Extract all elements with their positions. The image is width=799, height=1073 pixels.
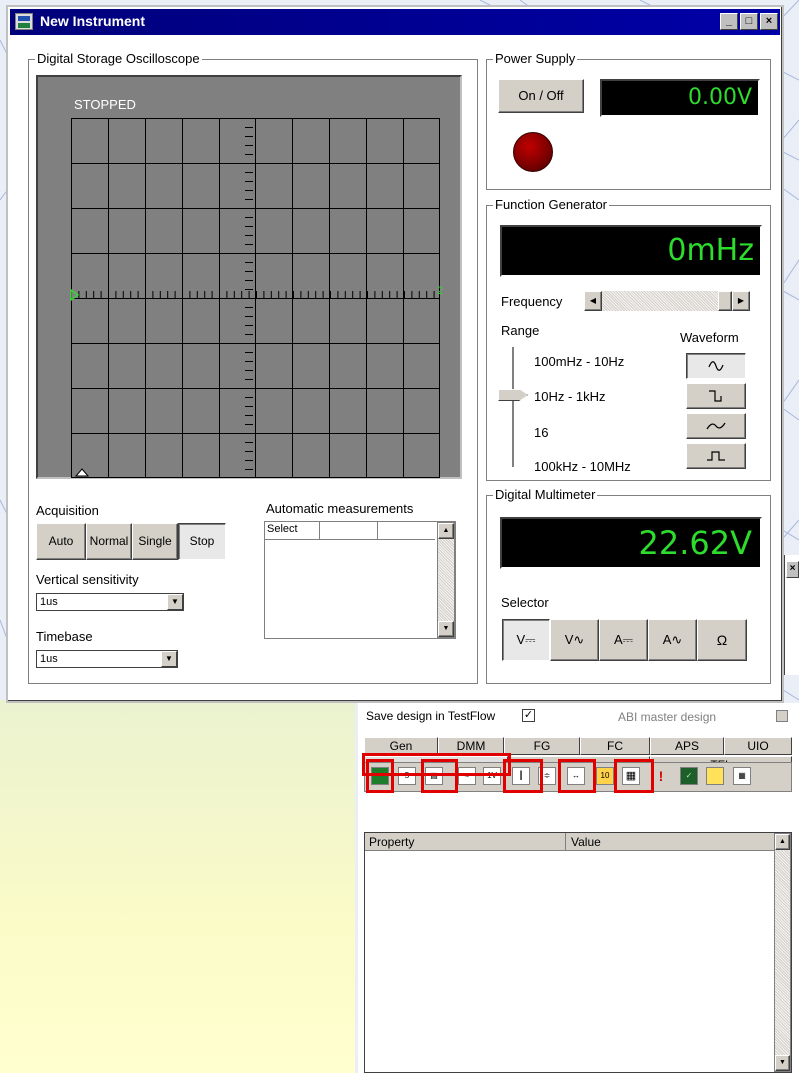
waveform-highlight [366,759,394,793]
acquisition-single-button[interactable]: Single [132,523,178,560]
property-scrollbar[interactable]: ▲ ▼ [774,833,791,1072]
range-slider-track[interactable] [512,347,515,467]
timebase-select[interactable]: 1us ▼ [36,650,178,668]
measurements-list[interactable]: Select ▲ ▼ [264,521,456,639]
window-title: New Instrument [40,13,146,29]
dc-current-button[interactable]: A⎓ [599,619,648,661]
dc-voltage-button[interactable]: V⎓ [502,619,550,661]
scroll-down-icon[interactable]: ▼ [438,621,454,637]
sine-wave-button[interactable] [686,353,746,379]
waveform-label: Waveform [680,330,739,345]
scroll-up-icon[interactable]: ▲ [775,834,790,850]
resistance-button[interactable]: Ω [697,619,747,661]
power-on-off-button[interactable]: On / Off [498,79,584,113]
timebase-label: Timebase [36,629,93,644]
scope-status: STOPPED [74,97,136,112]
channel-left-marker [70,289,80,301]
auto-stop-highlight [421,759,458,793]
frequency-slider[interactable]: ◀ ▶ [584,291,750,311]
table-highlight [614,759,654,793]
column-divider [319,522,320,540]
range-option-3[interactable]: 16 [534,425,548,440]
chevron-down-icon[interactable]: ▼ [167,594,183,610]
frequency-display: 0mHz [500,225,762,277]
close-button[interactable]: × [760,13,778,30]
property-grid-header: Property Value [365,833,775,851]
power-voltage-display: 0.00V [600,79,760,117]
trigger-marker[interactable] [75,468,89,477]
power-led-indicator [513,132,553,172]
multimeter-display: 22.62V [500,517,762,569]
slider-thumb[interactable] [718,291,732,311]
data-icon[interactable]: 10 [596,767,614,785]
pulse-wave-button[interactable] [686,443,746,469]
yellow-panel-background [0,700,355,1073]
scroll-right-icon[interactable]: ▶ [732,291,750,311]
note-icon[interactable] [706,767,724,785]
tab-fc[interactable]: FC [580,737,650,755]
tab-fg[interactable]: FG [504,737,580,755]
instrument-window: New Instrument _ □ × Digital Storage Osc… [6,5,784,703]
scope-screen[interactable]: STOPPED 2 [36,75,462,479]
vertical-sensitivity-label: Vertical sensitivity [36,572,139,587]
tab-aps[interactable]: APS [650,737,724,755]
pulse-wave-icon [707,451,725,461]
square-wave-button[interactable] [686,383,746,409]
alert-icon[interactable]: ! [652,767,670,785]
triangle-wave-button[interactable] [686,413,746,439]
acquisition-auto-button[interactable]: Auto [36,523,86,560]
selector-label: Selector [501,595,549,610]
select-column-header: Select [267,523,298,535]
square-wave-icon [709,390,722,402]
save-design-label: Save design in TestFlow [366,709,496,723]
range-option-2[interactable]: 10Hz - 1kHz [534,389,606,404]
acquisition-stop-button[interactable]: Stop [178,523,226,560]
save-design-checkbox[interactable]: ✓ [522,709,535,722]
channel-right-marker: 2 [437,285,444,297]
title-bar[interactable]: New Instrument _ □ × [10,9,780,35]
column-divider [565,833,566,851]
ac-current-button[interactable]: A∿ [648,619,697,661]
scroll-left-icon[interactable]: ◀ [584,291,602,311]
minimize-button[interactable]: _ [720,13,738,30]
auto-measurements-label: Automatic measurements [266,501,414,516]
column-divider [377,522,378,540]
display-icon[interactable]: ✓ [680,767,698,785]
property-column-header[interactable]: Property [369,835,414,849]
probe-highlight [558,759,596,793]
background-close-icon[interactable]: × [786,561,799,578]
maximize-button[interactable]: □ [740,13,758,30]
scroll-up-icon[interactable]: ▲ [438,523,454,539]
range-option-1[interactable]: 100mHz - 10Hz [534,354,624,369]
cursor-highlight [503,759,543,793]
oscilloscope-group-label: Digital Storage Oscilloscope [35,51,202,66]
measurements-scrollbar[interactable]: ▲ ▼ [437,522,455,638]
export-icon[interactable]: ▦ [733,767,751,785]
sine-wave-icon [708,361,724,371]
abi-master-label: ABI master design [618,710,717,724]
app-icon [15,13,33,30]
chevron-down-icon[interactable]: ▼ [161,651,177,667]
measurements-header: Select [265,522,435,540]
timebase-value: 1us [40,653,58,665]
ac-voltage-button[interactable]: V∿ [550,619,599,661]
acquisition-normal-button[interactable]: Normal [86,523,132,560]
range-label: Range [501,323,540,338]
function-generator-group-label: Function Generator [493,197,610,212]
power-supply-group-label: Power Supply [493,51,578,66]
abi-master-checkbox[interactable] [776,710,788,722]
triangle-wave-icon [706,422,726,430]
frequency-label: Frequency [501,294,563,309]
property-grid[interactable]: Property Value ▲ ▼ [364,832,792,1073]
range-option-4[interactable]: 100kHz - 10MHz [534,459,631,474]
tab-uio[interactable]: UIO [724,737,792,755]
acquisition-label: Acquisition [36,503,99,518]
scroll-down-icon[interactable]: ▼ [775,1055,790,1071]
multimeter-group-label: Digital Multimeter [493,487,598,502]
vertical-sensitivity-select[interactable]: 1us ▼ [36,593,184,611]
background-window-edge: × [784,555,799,675]
scope-grid [71,118,440,478]
vertical-sensitivity-value: 1us [40,596,58,608]
value-column-header[interactable]: Value [571,835,601,849]
